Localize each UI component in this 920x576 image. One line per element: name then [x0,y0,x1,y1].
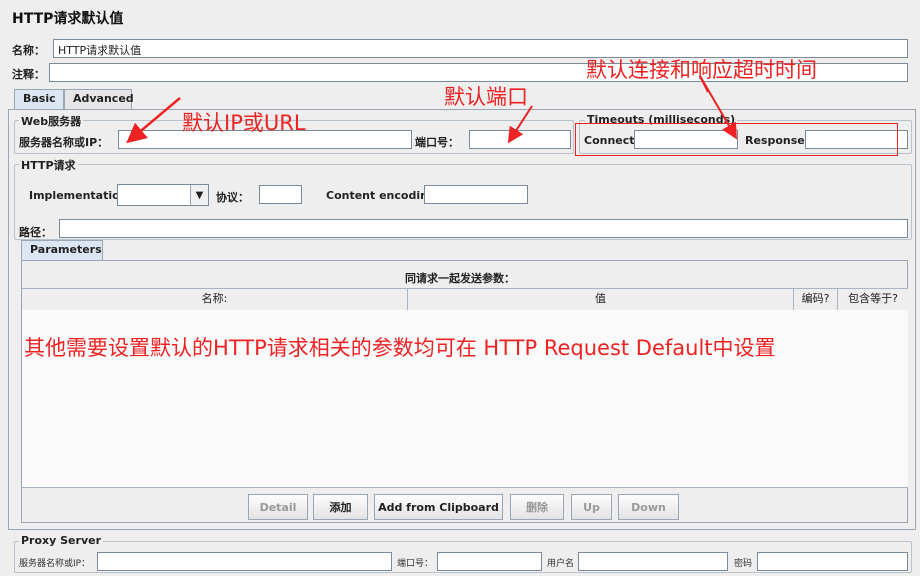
annotation-arrows [126,75,738,144]
arrow-to-port-input [507,105,533,144]
arrow-to-response-input [699,75,709,93]
arrow-to-server-input [126,97,181,144]
